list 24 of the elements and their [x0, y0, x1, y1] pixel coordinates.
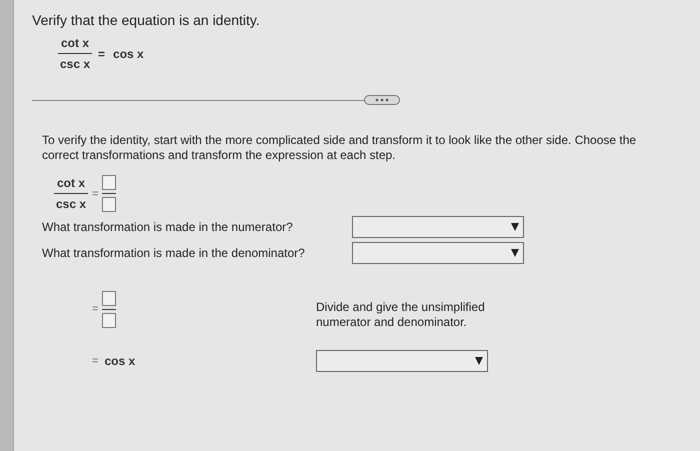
numerator-input[interactable] [102, 175, 116, 190]
numerator: cot x [56, 176, 86, 190]
dots-icon [374, 98, 390, 102]
dropdown[interactable] [352, 216, 524, 238]
right-side: cos x [112, 46, 145, 60]
equals-sign: = [97, 46, 106, 60]
equals-sign: = [92, 303, 98, 315]
step-hint: Divide and give the unsimplified numerator and denominator. [316, 300, 486, 330]
numerator: cot x [60, 36, 90, 50]
denominator: csc x [55, 197, 88, 211]
question-label: What transformation is made in the denominator? [42, 246, 306, 260]
question-prompt: Verify that the equation is an identity. [32, 12, 261, 28]
numerator-input[interactable] [102, 290, 116, 306]
dropdown[interactable] [352, 242, 524, 264]
right-side: cos x [103, 354, 136, 368]
equals-sign: = [92, 188, 98, 200]
instructions: To verify the identity, start with the more complicated side and transform it to look like the other side. Choose the correct transformations and transform the expression at each step. [42, 133, 638, 163]
denominator-input[interactable] [102, 312, 116, 328]
denominator-input[interactable] [102, 197, 116, 212]
equals-sign: = [92, 355, 98, 367]
expand-button[interactable] [364, 95, 400, 105]
dropdown[interactable] [316, 350, 488, 372]
denominator: csc x [59, 57, 92, 71]
question-label: What transformation is made in the numerator? [42, 220, 294, 234]
